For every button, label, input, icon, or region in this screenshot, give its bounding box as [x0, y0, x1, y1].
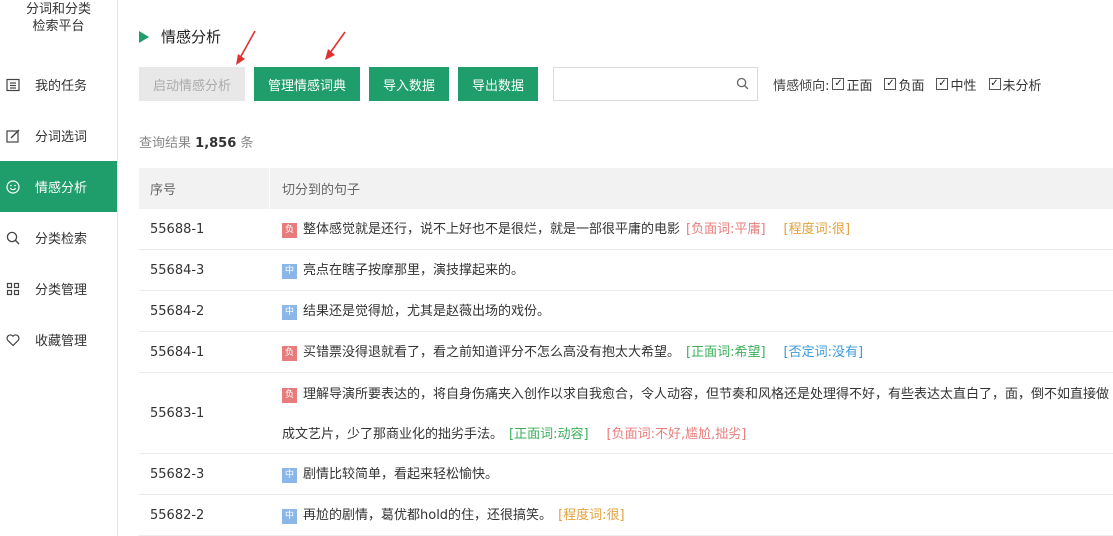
sentiment-filter-label: 情感倾向: [773, 78, 830, 94]
filter-positive-checkbox[interactable]: ✓ 正面 [832, 75, 872, 94]
keyword-annotation: [正面词:希望] [686, 345, 766, 360]
main-content: 情感分析 启动情感分析 管理情感词典 导入数据 导出数据 情感倾向: ✓ 正面 ✓… [119, 0, 1113, 536]
row-sentence: 中亮点在瞎子按摩那里，演技撑起来的。 [270, 250, 1113, 290]
brand-line2: 检索平台 [32, 19, 85, 34]
sidebar-item-label: 分类检索 [35, 232, 88, 247]
table-row[interactable]: 55682-2 中再尬的剧情，葛优都hold的住，还很搞笑。 [程度词:很] [139, 495, 1113, 536]
checkbox-checked-icon: ✓ [832, 78, 845, 90]
result-prefix: 查询结果 [139, 136, 192, 151]
header-id: 序号 [139, 168, 270, 209]
keyword-annotation: [负面词:不好,尴尬,拙劣] [606, 427, 747, 442]
negative-tag: 负 [282, 346, 297, 361]
keyword-annotation: [负面词:平庸] [686, 222, 766, 237]
grid-icon [6, 282, 20, 296]
sidebar-item-label: 收藏管理 [35, 334, 88, 349]
result-number: 1,856 [195, 136, 237, 151]
table-row[interactable]: 55684-2 中结果还是觉得尬，尤其是赵薇出场的戏份。 [139, 291, 1113, 332]
row-sentence: 中结果还是觉得尬，尤其是赵薇出场的戏份。 [270, 291, 1113, 331]
sentence-text: 亮点在瞎子按摩那里，演技撑起来的。 [303, 263, 525, 278]
table-row[interactable]: 55684-1 负买错票没得退就看了，看之前知道评分不怎么高没有抱太大希望。 [正面… [139, 332, 1113, 373]
search-icon[interactable] [736, 75, 749, 94]
table-row[interactable]: 55682-3 中剧情比较简单，看起来轻松愉快。 [139, 454, 1113, 495]
brand-line1: 分词和分类 [25, 2, 91, 17]
sidebar-item-sentiment[interactable]: 情感分析 [0, 161, 117, 212]
sentence-text: 买错票没得退就看了，看之前知道评分不怎么高没有抱太大希望。 [303, 345, 681, 360]
checkbox-checked-icon: ✓ [936, 78, 949, 90]
start-analysis-button[interactable]: 启动情感分析 [139, 67, 246, 101]
annotation-arrow [236, 30, 256, 65]
neutral-tag: 中 [282, 509, 297, 524]
checkbox-checked-icon: ✓ [988, 78, 1001, 90]
row-id: 55684-3 [150, 262, 205, 278]
row-sentence: 中再尬的剧情，葛优都hold的住，还很搞笑。 [程度词:很] [270, 495, 1113, 535]
row-id: 55682-3 [150, 466, 205, 482]
annotation-arrow [325, 31, 346, 60]
row-id: 55683-1 [150, 405, 205, 421]
table-row[interactable]: 55684-3 中亮点在瞎子按摩那里，演技撑起来的。 [139, 250, 1113, 291]
table-body: 55688-1 负整体感觉就是还行，说不上好也不是很烂，就是一部很平庸的电影 [负面… [139, 209, 1113, 536]
sidebar-item-category-manage[interactable]: 分类管理 [0, 263, 117, 314]
play-triangle-icon [139, 30, 149, 43]
sidebar-item-my-tasks[interactable]: 我的任务 [0, 59, 117, 110]
sidebar-item-label: 情感分析 [35, 181, 88, 196]
smile-icon [6, 179, 20, 194]
row-sentence: 中剧情比较简单，看起来轻松愉快。 [270, 454, 1113, 494]
sentence-text: 剧情比较简单，看起来轻松愉快。 [303, 467, 499, 482]
result-suffix: 条 [240, 136, 254, 151]
page-title: 情感分析 [139, 26, 221, 47]
row-id: 55682-2 [150, 507, 205, 523]
search-input[interactable] [552, 69, 737, 99]
table-row[interactable]: 55683-1 负理解导演所要表达的，将自身伤痛夹入创作以求自我愈合，令人动容，但… [139, 373, 1113, 454]
row-sentence: 负理解导演所要表达的，将自身伤痛夹入创作以求自我愈合，令人动容，但节奏和风格还是… [270, 373, 1113, 453]
sidebar: 分词和分类 检索平台 我的任务 分词选词 情感分析 分类检索 分类管理 收藏管理 [0, 0, 118, 536]
neutral-tag: 中 [282, 468, 297, 483]
manage-dictionary-button[interactable]: 管理情感词典 [254, 67, 361, 101]
search-icon [6, 231, 20, 245]
filter-label: 负面 [898, 78, 925, 94]
sidebar-item-segmentation[interactable]: 分词选词 [0, 110, 117, 161]
neutral-tag: 中 [282, 305, 297, 320]
filter-label: 未分析 [1002, 78, 1042, 94]
sentence-text: 整体感觉就是还行，说不上好也不是很烂，就是一部很平庸的电影 [303, 222, 681, 237]
brand-logo: 分词和分类 检索平台 [0, 0, 117, 58]
toolbar: 启动情感分析 管理情感词典 导入数据 导出数据 情感倾向: ✓ 正面 ✓ 负面 ✓ 中… [139, 67, 1054, 101]
filter-neutral-checkbox[interactable]: ✓ 中性 [936, 75, 977, 94]
sidebar-item-favorites[interactable]: 收藏管理 [0, 314, 117, 365]
export-data-button[interactable]: 导出数据 [458, 67, 539, 101]
list-icon [6, 78, 20, 92]
checkbox-checked-icon: ✓ [884, 78, 897, 90]
negative-tag: 负 [282, 223, 297, 238]
header-sentence: 切分到的句子 [282, 183, 361, 198]
sentence-text: 再尬的剧情，葛优都hold的住，还很搞笑。 [303, 508, 553, 523]
filter-label: 中性 [950, 78, 977, 94]
row-sentence: 负整体感觉就是还行，说不上好也不是很烂，就是一部很平庸的电影 [负面词:平庸] [程… [270, 209, 1113, 249]
result-count: 查询结果 1,856 条 [139, 132, 253, 151]
table-header: 序号 切分到的句子 [139, 168, 1113, 209]
keyword-annotation: [否定词:没有] [783, 345, 864, 360]
sentence-table: 序号 切分到的句子 55688-1 负整体感觉就是还行，说不上好也不是很烂，就是一… [139, 168, 1113, 536]
row-id: 55684-1 [150, 344, 205, 360]
heart-icon [6, 333, 20, 347]
sidebar-item-category-search[interactable]: 分类检索 [0, 212, 117, 263]
sidebar-item-label: 我的任务 [35, 79, 88, 94]
sentence-text: 结果还是觉得尬，尤其是赵薇出场的戏份。 [303, 304, 551, 319]
import-data-button[interactable]: 导入数据 [369, 67, 450, 101]
edit-icon [6, 129, 20, 143]
negative-tag: 负 [282, 388, 297, 403]
keyword-annotation: [程度词:很] [783, 222, 851, 237]
page-title-text: 情感分析 [161, 28, 222, 46]
keyword-annotation: [正面词:动容] [509, 427, 589, 442]
row-id: 55684-2 [150, 303, 205, 319]
table-row[interactable]: 55688-1 负整体感觉就是还行，说不上好也不是很烂，就是一部很平庸的电影 [负面… [139, 209, 1113, 250]
filter-unanalyzed-checkbox[interactable]: ✓ 未分析 [988, 75, 1042, 94]
neutral-tag: 中 [282, 264, 297, 279]
row-sentence: 负买错票没得退就看了，看之前知道评分不怎么高没有抱太大希望。 [正面词:希望] [否… [270, 332, 1113, 372]
filter-negative-checkbox[interactable]: ✓ 负面 [884, 75, 924, 94]
sidebar-item-label: 分类管理 [35, 283, 88, 298]
sidebar-item-label: 分词选词 [35, 130, 88, 145]
search-box [552, 67, 759, 101]
row-id: 55688-1 [150, 221, 205, 237]
keyword-annotation: [程度词:很] [558, 508, 625, 523]
filter-label: 正面 [846, 78, 873, 94]
